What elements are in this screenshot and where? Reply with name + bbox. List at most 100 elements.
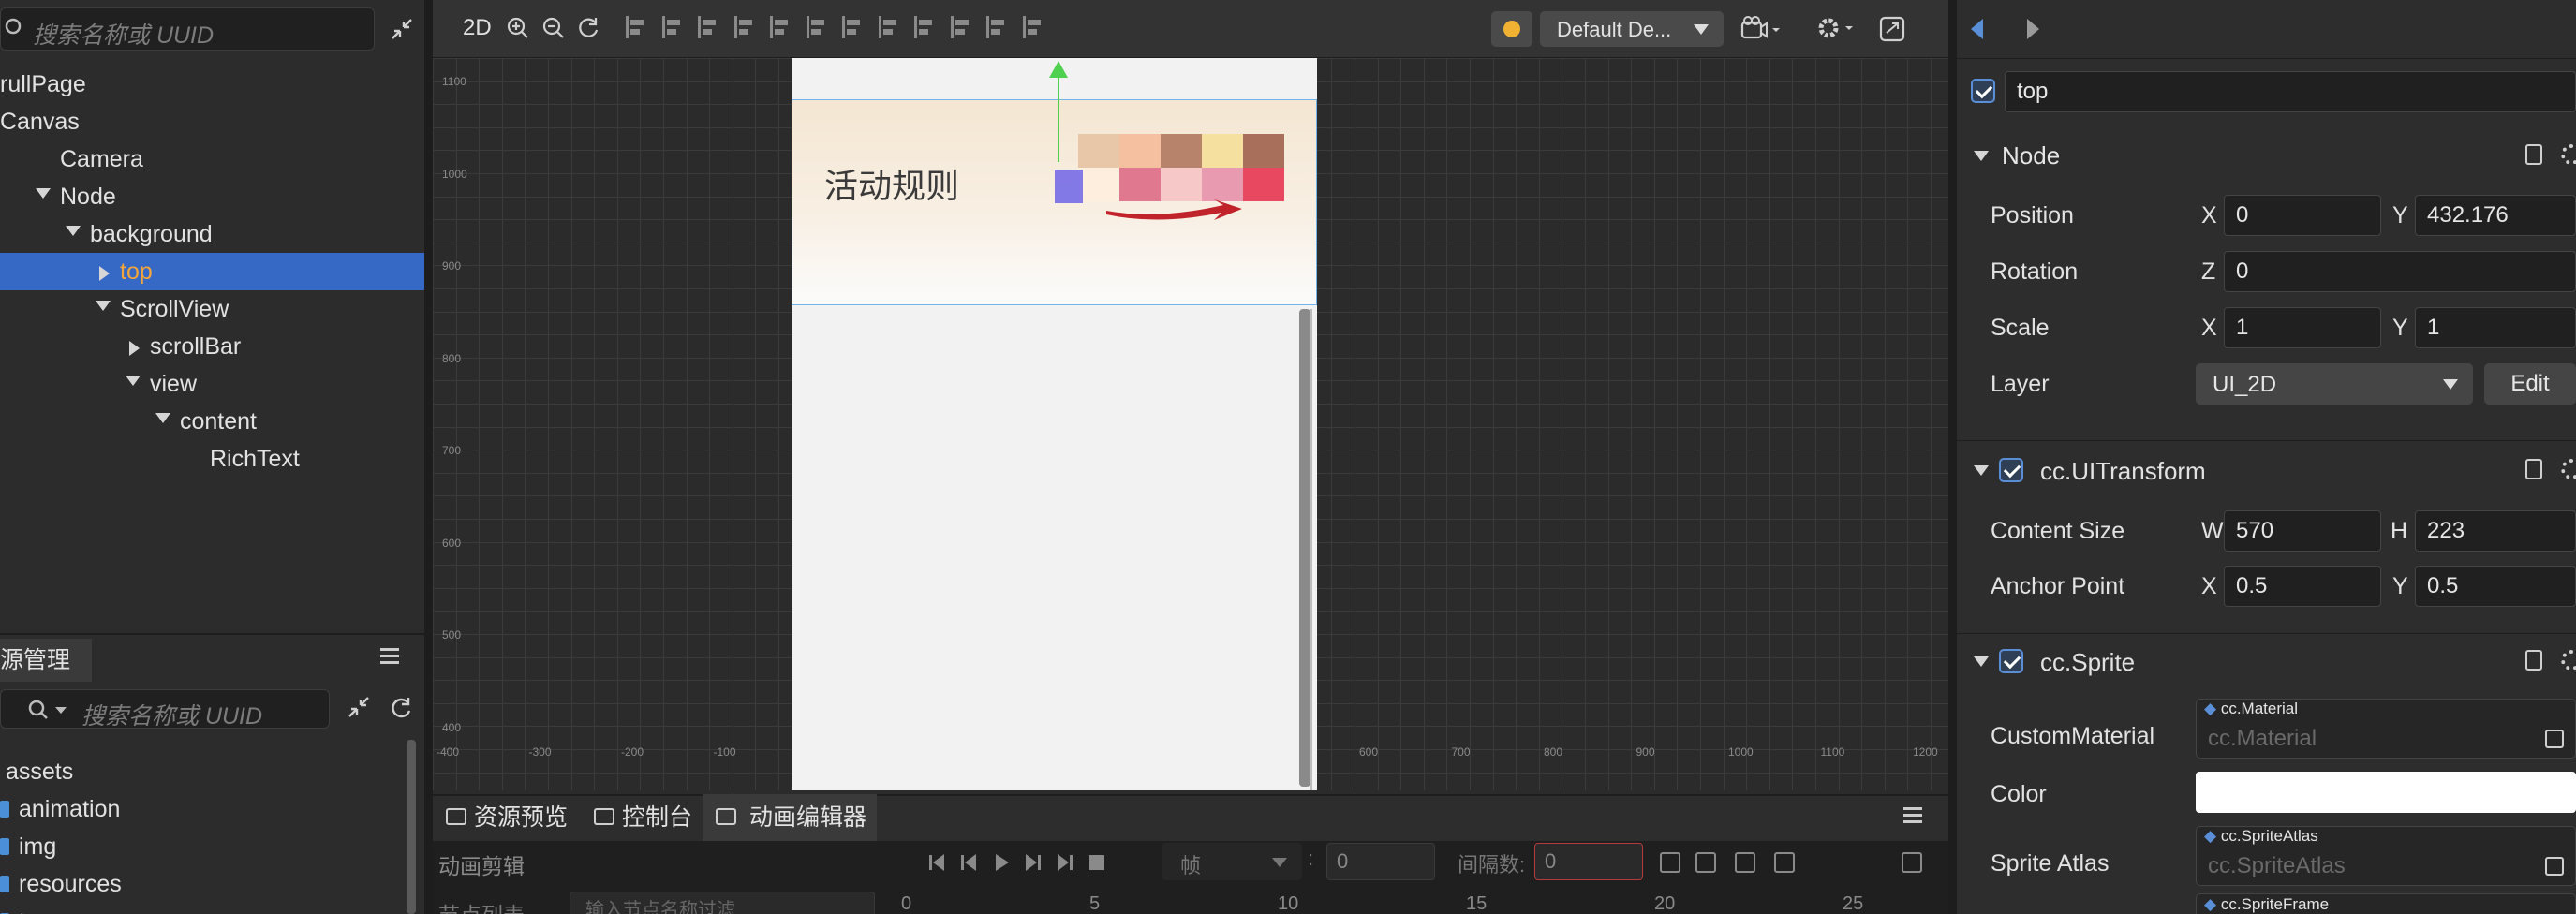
zoom-in-icon[interactable] (506, 16, 530, 40)
scale-y-input[interactable]: 1 (2415, 307, 2576, 348)
collapse-icon[interactable] (390, 17, 414, 41)
align-icon[interactable] (661, 16, 683, 38)
last-frame-icon[interactable] (1055, 852, 1075, 873)
anchor-x-input[interactable]: 0.5 (2224, 566, 2381, 607)
first-frame-icon[interactable] (927, 852, 948, 873)
chevron-right-icon[interactable] (99, 266, 110, 281)
prev-frame-icon[interactable] (959, 852, 980, 873)
tree-item-canvas[interactable]: Canvas (0, 103, 424, 140)
uitransform-enabled-checkbox[interactable] (1999, 458, 2023, 482)
chevron-right-icon[interactable] (129, 341, 140, 356)
stop-icon[interactable] (1087, 852, 1107, 873)
grid-dots-icon[interactable] (1660, 852, 1680, 873)
scale-x-input[interactable]: 1 (2224, 307, 2381, 348)
gear-icon[interactable] (2561, 650, 2576, 671)
tree-item-top[interactable]: top (0, 253, 424, 290)
chevron-down-icon[interactable] (126, 376, 141, 386)
tree-item-rullpage[interactable]: rullPage (0, 66, 424, 103)
panel-divider[interactable] (424, 0, 433, 914)
gear-icon[interactable] (1815, 13, 1858, 43)
content-width-input[interactable]: 570 (2224, 510, 2381, 552)
align-icon[interactable] (770, 16, 791, 38)
layer-select[interactable]: UI_2D (2196, 363, 2473, 405)
asset-item-ts[interactable]: ts (0, 903, 393, 914)
rotation-z-input[interactable]: 0 (2224, 251, 2576, 292)
light-toggle[interactable] (1491, 11, 1532, 47)
gear-icon[interactable] (2561, 144, 2576, 165)
align-icon[interactable] (914, 16, 935, 38)
asset-item-img[interactable]: img (0, 828, 393, 865)
tree-item-content[interactable]: content (0, 403, 424, 440)
position-y-input[interactable]: 432.176 (2415, 195, 2576, 236)
gizmo-handle[interactable] (1055, 170, 1083, 203)
locate-icon[interactable] (2545, 730, 2564, 748)
assets-menu-icon[interactable] (380, 648, 399, 667)
align-icon[interactable] (1022, 16, 1044, 38)
assets-search-input[interactable]: 搜索名称或 UUID (0, 689, 330, 730)
play-icon[interactable] (991, 852, 1012, 873)
sprite-frame-field[interactable]: ◆ cc.SpriteFrame (2196, 893, 2576, 914)
align-icon[interactable] (950, 16, 971, 38)
tab-animation[interactable]: 动画编辑器 (703, 794, 877, 841)
doc-icon[interactable] (2525, 650, 2542, 671)
tree-item-scrollview[interactable]: ScrollView (0, 290, 424, 328)
assets-scrollbar[interactable] (407, 740, 416, 914)
chevron-down-icon[interactable] (96, 301, 111, 311)
tree-item-scrollbar[interactable]: scrollBar (0, 328, 424, 365)
lightning-icon[interactable] (1695, 852, 1716, 873)
refresh-icon[interactable] (388, 695, 414, 721)
tree-item-camera[interactable]: Camera (0, 140, 424, 178)
chevron-down-icon[interactable] (155, 413, 170, 423)
forward-arrow-icon[interactable] (2027, 19, 2039, 39)
camera-dropdown[interactable]: Default De... (1540, 11, 1724, 47)
keyboard-icon[interactable] (1774, 852, 1795, 873)
exit-icon[interactable] (1902, 852, 1922, 873)
doc-icon[interactable] (2525, 459, 2542, 479)
node-active-checkbox[interactable] (1971, 79, 1995, 103)
save-icon[interactable] (1735, 852, 1755, 873)
chevron-down-icon[interactable] (36, 188, 51, 199)
asset-item-resources[interactable]: resources (0, 865, 393, 903)
node-filter-input[interactable]: 输入节点名称过滤 (570, 892, 875, 914)
tree-item-background[interactable]: background (0, 215, 424, 253)
anchor-y-input[interactable]: 0.5 (2415, 566, 2576, 607)
asset-item-assets[interactable]: assets (0, 753, 393, 790)
custom-material-field[interactable]: ◆ cc.Material cc.Material (2196, 699, 2576, 759)
camera-icon[interactable] (1740, 15, 1784, 43)
gizmo-arrow-y[interactable] (1047, 59, 1070, 162)
node-section-header[interactable]: Node (1957, 127, 2576, 184)
back-arrow-icon[interactable] (1971, 19, 1983, 39)
sprite-atlas-field[interactable]: ◆ cc.SpriteAtlas cc.SpriteAtlas (2196, 826, 2576, 886)
2d-toggle[interactable]: 2D (463, 15, 492, 41)
frame-input[interactable]: 0 (1326, 843, 1435, 880)
align-icon[interactable] (733, 16, 755, 38)
color-swatch[interactable] (2196, 772, 2576, 813)
panel-divider[interactable] (1948, 0, 1957, 914)
tree-item-node[interactable]: Node (0, 178, 424, 215)
tab-assets[interactable]: 源管理器 (0, 639, 92, 716)
align-icon[interactable] (698, 16, 718, 38)
bottom-panel-menu-icon[interactable] (1903, 807, 1922, 826)
chevron-down-icon[interactable] (66, 226, 81, 236)
gear-icon[interactable] (2561, 459, 2576, 479)
frame-unit-select[interactable]: 帧 (1162, 843, 1302, 880)
layout-icon[interactable] (1879, 16, 1905, 42)
node-name-input[interactable]: top (2005, 71, 2576, 112)
next-frame-icon[interactable] (1023, 852, 1044, 873)
align-icon[interactable] (626, 16, 646, 38)
tab-console[interactable]: 控制台 (581, 794, 701, 841)
tree-item-richtext[interactable]: RichText (0, 440, 424, 478)
align-icon[interactable] (842, 16, 863, 38)
asset-item-animation[interactable]: animation (0, 790, 393, 828)
layer-edit-button[interactable]: Edit (2484, 363, 2576, 405)
zoom-out-icon[interactable] (541, 16, 566, 40)
tree-item-view[interactable]: view (0, 365, 424, 403)
align-icon[interactable] (878, 16, 899, 38)
doc-icon[interactable] (2525, 144, 2542, 165)
collapse-all-icon[interactable] (347, 695, 371, 719)
locate-icon[interactable] (2545, 857, 2564, 876)
sprite-enabled-checkbox[interactable] (1999, 649, 2023, 673)
hierarchy-search-input[interactable]: 搜索名称或 UUID (0, 7, 375, 51)
tab-folder[interactable]: 资源预览 (433, 794, 579, 841)
position-x-input[interactable]: 0 (2224, 195, 2381, 236)
